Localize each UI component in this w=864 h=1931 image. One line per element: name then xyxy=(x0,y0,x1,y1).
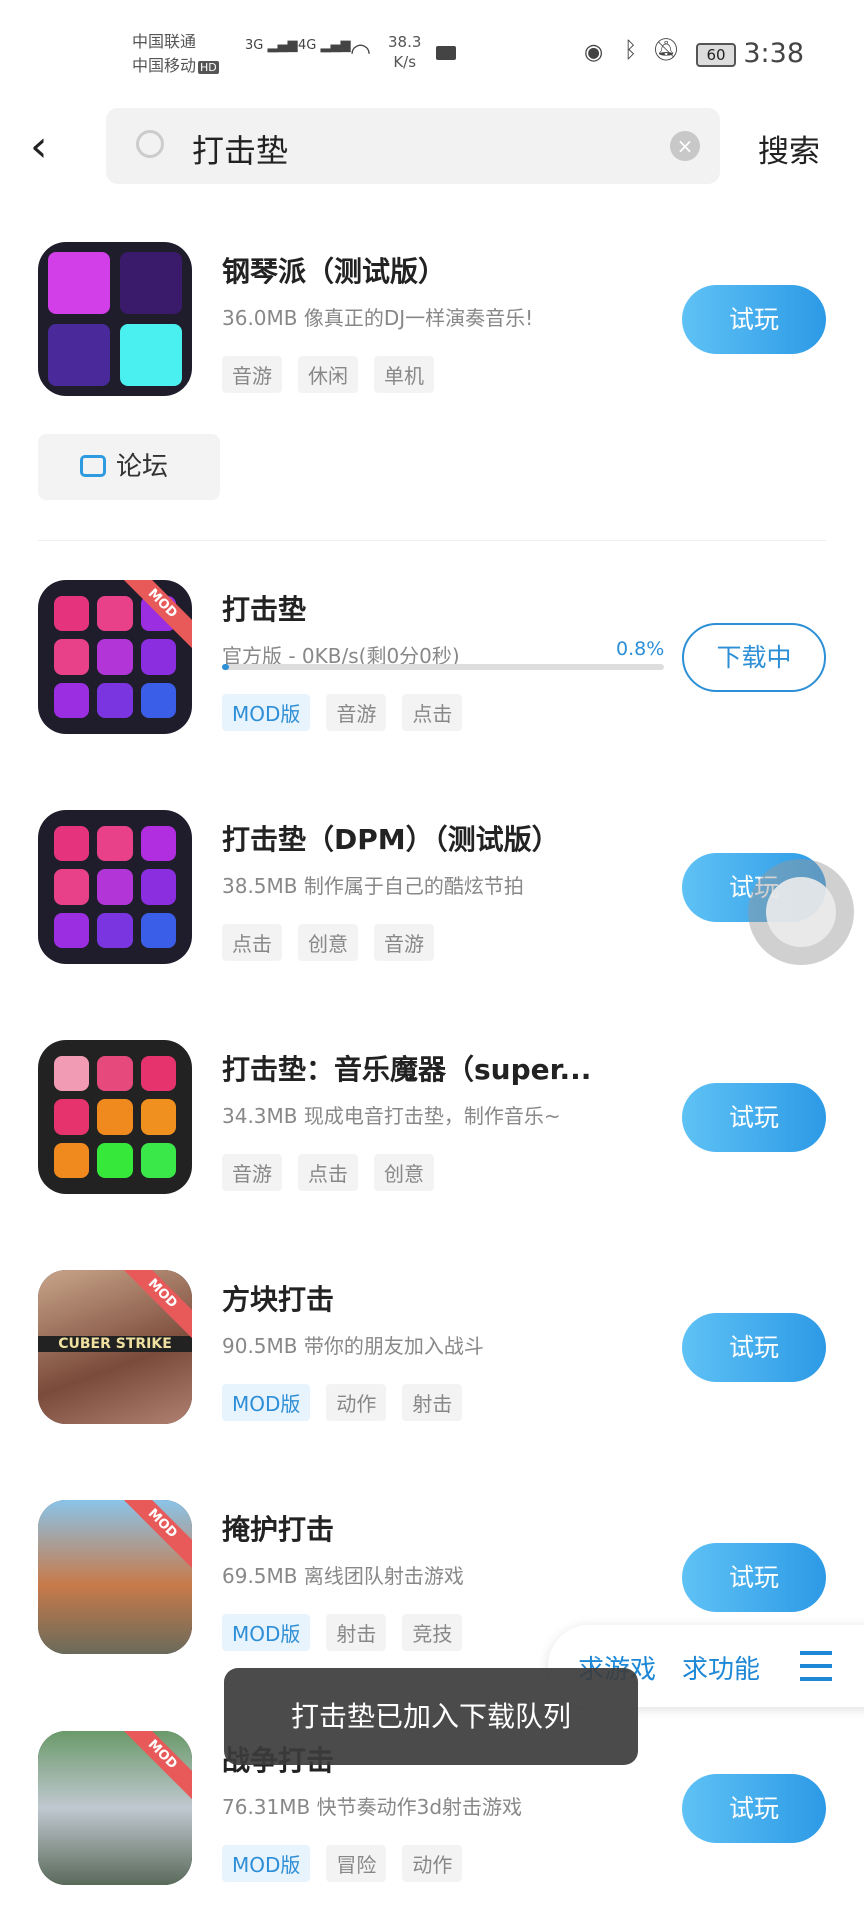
divider xyxy=(38,540,826,541)
app-subtitle: 34.3MB 现成电音打击垫，制作音乐~ xyxy=(222,1104,561,1128)
back-button[interactable]: ‹ xyxy=(30,122,70,172)
tag[interactable]: 冒险 xyxy=(326,1845,387,1882)
clock: 3:38 xyxy=(743,38,804,69)
try-play-button[interactable]: 试玩 xyxy=(682,1543,826,1612)
battery-icon: 60 xyxy=(696,43,736,67)
search-value: 打击垫 xyxy=(192,132,289,170)
app-list-item[interactable]: CUBER STRIKE MOD 方块打击 90.5MB 带你的朋友加入战斗 MOD… xyxy=(0,1270,864,1470)
forum-label: 论坛 xyxy=(116,452,169,482)
tag[interactable]: 音游 xyxy=(222,356,282,393)
app-title[interactable]: 打击垫（DPM）（测试版） xyxy=(222,818,560,858)
app-icon[interactable]: CUBER STRIKE MOD xyxy=(38,1270,192,1424)
tag[interactable]: MOD版 xyxy=(222,1845,311,1882)
try-play-button[interactable]: 试玩 xyxy=(682,1083,826,1152)
tag[interactable]: 创意 xyxy=(298,924,358,961)
tag[interactable]: 点击 xyxy=(222,924,282,961)
app-subtitle: 38.5MB 制作属于自己的酷炫节拍 xyxy=(222,874,524,898)
carrier-info: 中国联通中国移动 HD xyxy=(132,30,219,80)
carrier-1: 中国联通 xyxy=(132,32,197,51)
tag[interactable]: MOD版 xyxy=(222,1384,311,1421)
search-icon xyxy=(136,130,164,158)
tag[interactable]: 点击 xyxy=(298,1154,358,1191)
tag-list: MOD版 射击 竞技 xyxy=(222,1614,463,1651)
tag-list: 音游 点击 创意 xyxy=(222,1154,434,1191)
tag[interactable]: 休闲 xyxy=(298,356,358,393)
tag[interactable]: 竞技 xyxy=(402,1614,463,1651)
app-list-item[interactable]: 钢琴派（测试版） 36.0MB 像真正的DJ一样演奏音乐! 音游 休闲 单机 试玩 xyxy=(0,242,864,442)
icon-logo-text: CUBER STRIKE xyxy=(38,1336,192,1352)
app-subtitle: 90.5MB 带你的朋友加入战斗 xyxy=(222,1334,484,1358)
app-list-item[interactable]: 打击垫（DPM）（测试版） 38.5MB 制作属于自己的酷炫节拍 点击 创意 音游 试… xyxy=(0,810,864,1010)
download-percent: 0.8% xyxy=(616,638,665,660)
app-icon[interactable]: MOD xyxy=(38,580,192,734)
try-play-button[interactable]: 试玩 xyxy=(682,285,826,354)
tag-list: 点击 创意 音游 xyxy=(222,924,434,961)
tag-list: MOD版 冒险 动作 xyxy=(222,1845,463,1882)
tag-list: MOD版 音游 点击 xyxy=(222,694,463,731)
tag[interactable]: MOD版 xyxy=(222,1614,311,1651)
mute-bell-icon: 🔕︎ xyxy=(652,38,680,63)
chat-icon xyxy=(80,455,106,477)
app-list-item[interactable]: 打击垫：音乐魔器（super... 34.3MB 现成电音打击垫，制作音乐~ 音游… xyxy=(0,1040,864,1240)
app-title[interactable]: 钢琴派（测试版） xyxy=(222,250,446,290)
floating-assistive-button[interactable] xyxy=(748,859,854,965)
search-input[interactable]: 打击垫 × xyxy=(106,108,720,184)
app-title[interactable]: 打击垫：音乐魔器（super... xyxy=(222,1048,591,1088)
clear-icon[interactable]: × xyxy=(670,131,700,161)
wifi-icon: ◠ xyxy=(350,38,371,66)
app-icon[interactable] xyxy=(38,242,192,396)
signal-3g: 3G ▂▄▆ xyxy=(245,38,298,53)
tag[interactable]: 点击 xyxy=(402,694,463,731)
hd-badge: HD xyxy=(198,61,219,74)
tag[interactable]: 单机 xyxy=(374,356,434,393)
search-button[interactable]: 搜索 xyxy=(758,126,820,171)
forum-button[interactable]: 论坛 xyxy=(38,434,220,500)
tag-list: 音游 休闲 单机 xyxy=(222,356,434,393)
app-list-item[interactable]: MOD 打击垫 官方版 - 0KB/s(剩0分0秒) 0.8% MOD版 音游 点击 … xyxy=(0,580,864,780)
tag[interactable]: 音游 xyxy=(326,694,387,731)
download-progress-bar xyxy=(222,664,664,670)
app-icon[interactable] xyxy=(38,810,192,964)
app-title[interactable]: 打击垫 xyxy=(222,588,306,628)
downloading-button[interactable]: 下载中 xyxy=(682,623,826,692)
tag[interactable]: 射击 xyxy=(402,1384,463,1421)
net-speed: 38.3 K/s xyxy=(388,33,422,71)
app-icon[interactable]: MOD xyxy=(38,1500,192,1654)
carrier-2: 中国移动 xyxy=(132,56,197,75)
app-subtitle: 76.31MB 快节奏动作3d射击游戏 xyxy=(222,1795,523,1819)
app-icon[interactable]: MOD xyxy=(38,1731,192,1885)
app-icon[interactable] xyxy=(38,1040,192,1194)
video-record-icon xyxy=(436,46,456,60)
tag[interactable]: 动作 xyxy=(326,1384,387,1421)
signal-4g: 4G ▂▄▆ xyxy=(298,38,351,53)
try-play-button[interactable]: 试玩 xyxy=(682,1774,826,1843)
tag[interactable]: 动作 xyxy=(402,1845,463,1882)
app-subtitle: 69.5MB 离线团队射击游戏 xyxy=(222,1564,464,1588)
tag[interactable]: 创意 xyxy=(374,1154,434,1191)
list-icon[interactable] xyxy=(800,1651,832,1681)
tag[interactable]: MOD版 xyxy=(222,694,311,731)
eye-icon: ◉ xyxy=(584,40,604,65)
tag[interactable]: 音游 xyxy=(374,924,434,961)
tag[interactable]: 射击 xyxy=(326,1614,387,1651)
tag-list: MOD版 动作 射击 xyxy=(222,1384,463,1421)
app-subtitle: 36.0MB 像真正的DJ一样演奏音乐! xyxy=(222,306,534,330)
app-title[interactable]: 方块打击 xyxy=(222,1278,334,1318)
app-title[interactable]: 掩护打击 xyxy=(222,1508,334,1548)
try-play-button[interactable]: 试玩 xyxy=(682,1313,826,1382)
bluetooth-icon: ᛒ xyxy=(624,38,638,63)
request-feature-button[interactable]: 求功能 xyxy=(682,1649,760,1686)
tag[interactable]: 音游 xyxy=(222,1154,282,1191)
toast: 打击垫已加入下载队列 xyxy=(224,1668,638,1765)
